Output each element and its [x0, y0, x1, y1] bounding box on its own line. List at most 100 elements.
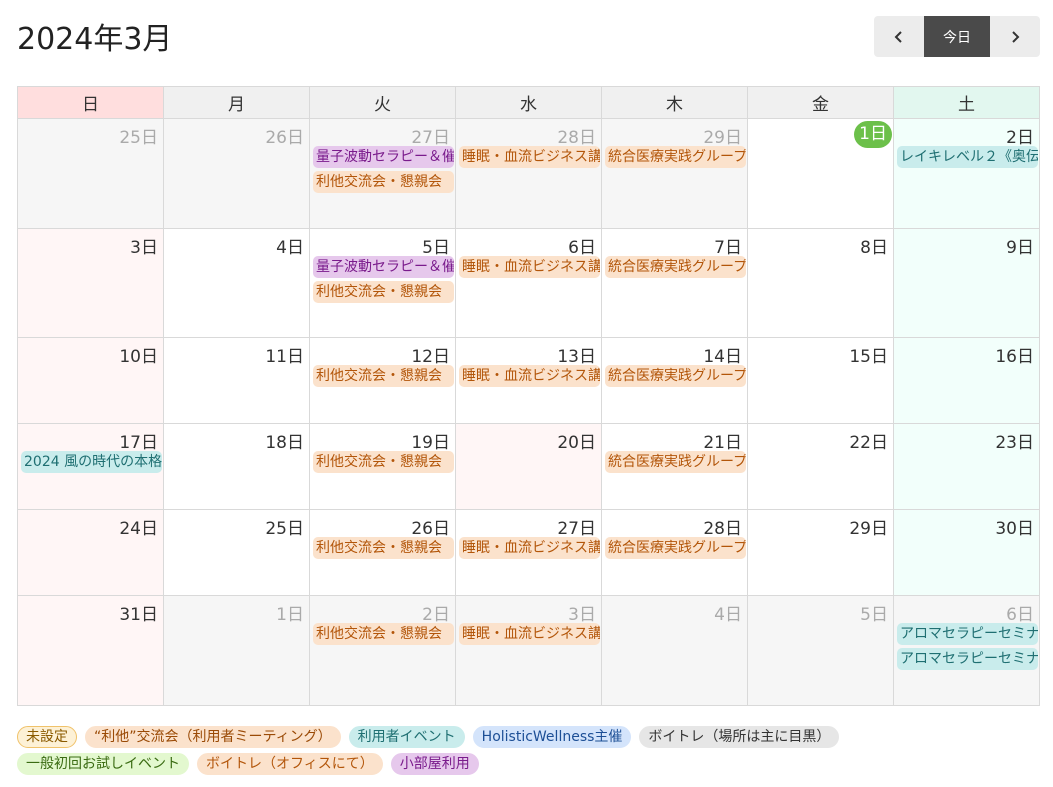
- day-cell[interactable]: 5日: [747, 595, 894, 706]
- day-cell[interactable]: 5日量子波動セラピー＆催眠利他交流会・懇親会: [309, 228, 456, 338]
- day-number[interactable]: 23日: [894, 424, 1039, 453]
- day-cell[interactable]: 10日: [17, 337, 164, 424]
- day-number[interactable]: 5日: [310, 229, 455, 258]
- day-number[interactable]: 26日: [310, 510, 455, 539]
- day-number[interactable]: 28日: [602, 510, 747, 539]
- legend-tag[interactable]: 小部屋利用: [390, 753, 479, 775]
- day-cell[interactable]: 11日: [163, 337, 310, 424]
- day-number[interactable]: 28日: [456, 119, 601, 148]
- next-month-button[interactable]: [990, 16, 1040, 57]
- legend-tag[interactable]: HolisticWellness主催: [472, 726, 632, 748]
- day-number[interactable]: 25日: [164, 510, 309, 539]
- calendar-event[interactable]: 量子波動セラピー＆催眠: [313, 146, 454, 168]
- day-number[interactable]: 6日: [456, 229, 601, 258]
- day-number[interactable]: 13日: [456, 338, 601, 367]
- day-cell[interactable]: 3日: [17, 228, 164, 338]
- calendar-event[interactable]: 統合医療実践グループ: [605, 146, 746, 168]
- day-cell[interactable]: 1日: [163, 595, 310, 706]
- calendar-event[interactable]: 睡眠・血流ビジネス講座: [459, 256, 600, 278]
- day-cell[interactable]: 2日レイキレベル２《奥伝》: [893, 118, 1040, 229]
- day-cell[interactable]: 23日: [893, 423, 1040, 510]
- calendar-event[interactable]: 睡眠・血流ビジネス講座: [459, 537, 600, 559]
- calendar-event[interactable]: 利他交流会・懇親会: [313, 623, 454, 645]
- day-cell[interactable]: 28日睡眠・血流ビジネス講座: [455, 118, 602, 229]
- day-cell[interactable]: 6日アロマセラピーセミナーアロマセラピーセミナー: [893, 595, 1040, 706]
- day-number[interactable]: 18日: [164, 424, 309, 453]
- legend-tag[interactable]: 未設定: [17, 726, 77, 748]
- calendar-event[interactable]: 利他交流会・懇親会: [313, 365, 454, 387]
- calendar-event[interactable]: 利他交流会・懇親会: [313, 451, 454, 473]
- day-cell[interactable]: 24日: [17, 509, 164, 596]
- day-cell[interactable]: 3日睡眠・血流ビジネス講座: [455, 595, 602, 706]
- day-number[interactable]: 8日: [748, 229, 893, 258]
- day-number[interactable]: 14日: [602, 338, 747, 367]
- day-number[interactable]: 7日: [602, 229, 747, 258]
- day-number[interactable]: 30日: [894, 510, 1039, 539]
- day-number[interactable]: 17日: [18, 424, 163, 453]
- today-button[interactable]: 今日: [924, 16, 990, 57]
- day-cell[interactable]: 27日睡眠・血流ビジネス講座: [455, 509, 602, 596]
- day-cell[interactable]: 25日: [163, 509, 310, 596]
- day-number[interactable]: 12日: [310, 338, 455, 367]
- calendar-event[interactable]: 睡眠・血流ビジネス講座: [459, 623, 600, 645]
- day-number[interactable]: 15日: [748, 338, 893, 367]
- day-cell[interactable]: 26日: [163, 118, 310, 229]
- day-cell[interactable]: 31日: [17, 595, 164, 706]
- day-number[interactable]: 4日: [164, 229, 309, 258]
- day-cell[interactable]: 27日量子波動セラピー＆催眠利他交流会・懇親会: [309, 118, 456, 229]
- day-number[interactable]: 2日: [894, 119, 1039, 148]
- day-number[interactable]: 31日: [18, 596, 163, 625]
- legend-tag[interactable]: 一般初回お試しイベント: [17, 753, 189, 775]
- day-number[interactable]: 24日: [18, 510, 163, 539]
- calendar-event[interactable]: 利他交流会・懇親会: [313, 171, 454, 193]
- day-number[interactable]: 9日: [894, 229, 1039, 258]
- day-cell[interactable]: 16日: [893, 337, 1040, 424]
- day-number[interactable]: 1日: [164, 596, 309, 625]
- day-number[interactable]: 16日: [894, 338, 1039, 367]
- day-number[interactable]: 25日: [18, 119, 163, 148]
- calendar-event[interactable]: 統合医療実践グループ: [605, 256, 746, 278]
- today-badge[interactable]: 1日: [854, 121, 892, 148]
- day-number[interactable]: 20日: [456, 424, 601, 453]
- calendar-event[interactable]: 統合医療実践グループ: [605, 451, 746, 473]
- day-cell[interactable]: 22日: [747, 423, 894, 510]
- day-number[interactable]: 19日: [310, 424, 455, 453]
- day-cell[interactable]: 19日 利他交流会・懇親会: [309, 423, 456, 510]
- day-cell[interactable]: 12日 利他交流会・懇親会: [309, 337, 456, 424]
- day-cell[interactable]: 13日睡眠・血流ビジネス講座: [455, 337, 602, 424]
- calendar-event[interactable]: 統合医療実践グループ: [605, 537, 746, 559]
- day-cell[interactable]: 20日: [455, 423, 602, 510]
- day-number[interactable]: 21日: [602, 424, 747, 453]
- day-cell[interactable]: 18日: [163, 423, 310, 510]
- day-cell[interactable]: 1日: [747, 118, 894, 229]
- day-number[interactable]: 10日: [18, 338, 163, 367]
- calendar-event[interactable]: 睡眠・血流ビジネス講座: [459, 365, 600, 387]
- day-number[interactable]: 29日: [748, 510, 893, 539]
- calendar-event[interactable]: アロマセラピーセミナー: [897, 648, 1038, 670]
- legend-tag[interactable]: ボイトレ（場所は主に目黒）: [639, 726, 840, 748]
- day-cell[interactable]: 21日 統合医療実践グループ: [601, 423, 748, 510]
- calendar-event[interactable]: 睡眠・血流ビジネス講座: [459, 146, 600, 168]
- day-cell[interactable]: 28日 統合医療実践グループ: [601, 509, 748, 596]
- day-cell[interactable]: 4日: [163, 228, 310, 338]
- day-number[interactable]: 11日: [164, 338, 309, 367]
- prev-month-button[interactable]: [874, 16, 924, 57]
- day-cell[interactable]: 17日 2024 風の時代の本格: [17, 423, 164, 510]
- day-cell[interactable]: 6日睡眠・血流ビジネス講座: [455, 228, 602, 338]
- day-cell[interactable]: 15日: [747, 337, 894, 424]
- calendar-event[interactable]: 2024 風の時代の本格: [21, 451, 162, 473]
- day-number[interactable]: 4日: [602, 596, 747, 625]
- calendar-event[interactable]: 統合医療実践グループ: [605, 365, 746, 387]
- calendar-event[interactable]: アロマセラピーセミナー: [897, 623, 1038, 645]
- legend-tag[interactable]: “利他”交流会（利用者ミーティング）: [85, 726, 341, 748]
- day-number[interactable]: 3日: [18, 229, 163, 258]
- day-number[interactable]: 27日: [456, 510, 601, 539]
- legend-tag[interactable]: ボイトレ（オフィスにて）: [197, 753, 383, 775]
- calendar-event[interactable]: 利他交流会・懇親会: [313, 281, 454, 303]
- legend-tag[interactable]: 利用者イベント: [348, 726, 465, 748]
- day-cell[interactable]: 7日 統合医療実践グループ: [601, 228, 748, 338]
- day-number[interactable]: 22日: [748, 424, 893, 453]
- day-number[interactable]: 6日: [894, 596, 1039, 625]
- calendar-event[interactable]: 量子波動セラピー＆催眠: [313, 256, 454, 278]
- day-number[interactable]: 3日: [456, 596, 601, 625]
